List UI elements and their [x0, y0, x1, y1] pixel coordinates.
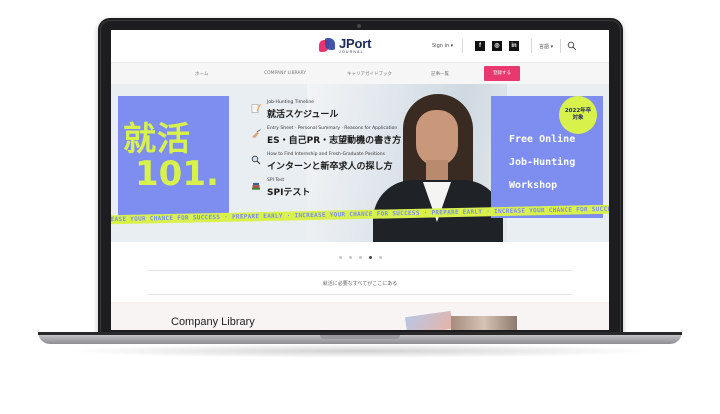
library-thumbnail[interactable]: [451, 316, 517, 330]
nav-item-company-library[interactable]: COMPANY LIBRARY: [264, 71, 306, 76]
logo-title: JPort: [339, 36, 372, 52]
laptop-shadow: [60, 344, 660, 358]
search-icon[interactable]: [567, 41, 577, 51]
topic-subtitle: Entry Sheet · Personal Summary · Reasons…: [267, 126, 398, 131]
topic-title: インターンと新卒求人の探し方: [267, 162, 393, 172]
nav-item-articles[interactable]: 記事一覧: [431, 71, 449, 77]
carousel-dot-active[interactable]: [368, 256, 372, 259]
workshop-title-line1: Free Online: [509, 134, 576, 145]
facebook-icon[interactable]: f: [475, 41, 485, 51]
topic-subtitle: How to Find Internship and Fresh-Graduat…: [267, 152, 385, 157]
writing-hand-icon: [252, 129, 261, 138]
site-logo[interactable]: JPort JOURNAL: [319, 36, 371, 56]
carousel-dot[interactable]: [348, 256, 352, 259]
hero-heading-line1: 就活: [123, 119, 191, 158]
carousel-pagination: [111, 256, 609, 262]
carousel-dot[interactable]: [338, 256, 342, 259]
topic-title: ES・自己PR・志望動機の書き方: [267, 136, 402, 146]
library-thumbnail[interactable]: [404, 310, 454, 330]
site-tagline: 就活に必要なすべてがここにある: [322, 281, 398, 287]
graduation-year-badge: 2022年卒 対象: [559, 96, 597, 134]
logo-mark-icon: [319, 38, 335, 54]
divider: [462, 39, 463, 53]
badge-line2: 対象: [572, 115, 584, 121]
divider: [531, 39, 532, 53]
hero-heading-line2: 101.: [135, 154, 219, 194]
magnifier-icon: [251, 155, 261, 165]
topic-title: 就活スケジュール: [267, 110, 339, 120]
linkedin-icon[interactable]: in: [509, 41, 519, 51]
carousel-dot[interactable]: [378, 256, 382, 259]
instagram-icon[interactable]: ◎: [492, 41, 502, 51]
divider: [148, 270, 572, 271]
topic-subtitle: Job-Hunting Timeline: [267, 100, 314, 105]
language-menu[interactable]: 言語 ▾: [539, 43, 553, 50]
divider: [148, 294, 572, 295]
site-header: JPort JOURNAL Sign in ▾ f ◎ in 言語 ▾: [111, 30, 609, 62]
badge-line1: 2022年卒: [564, 108, 592, 115]
topic-subtitle: SPI Test: [267, 178, 285, 183]
device-mockup: JPort JOURNAL Sign in ▾ f ◎ in 言語 ▾ ホーム …: [0, 0, 720, 414]
person-face: [416, 110, 458, 166]
laptop-notch: [320, 335, 400, 339]
notepad-pencil-icon: [251, 103, 261, 113]
workshop-title-line2: Job-Hunting: [509, 157, 576, 168]
topic-title: SPIテスト: [267, 188, 311, 198]
section-title: Company Library: [171, 316, 255, 328]
main-nav: ホーム COMPANY LIBRARY キャリアガイドブック 記事一覧 登録する: [111, 62, 609, 84]
register-button[interactable]: 登録する: [484, 66, 520, 81]
hero-banner[interactable]: 就活 101. Job-Hunting Timeline 就活スケジュール En…: [111, 84, 609, 242]
nav-item-home[interactable]: ホーム: [195, 71, 208, 77]
nav-item-career-guidebook[interactable]: キャリアガイドブック: [347, 71, 392, 77]
camera-icon: [357, 24, 361, 28]
logo-subtitle: JOURNAL: [339, 50, 364, 55]
workshop-title-line3: Workshop: [509, 180, 558, 191]
divider: [560, 39, 561, 53]
sign-in-menu[interactable]: Sign in ▾: [432, 43, 453, 49]
books-icon: [252, 182, 260, 190]
browser-screen: JPort JOURNAL Sign in ▾ f ◎ in 言語 ▾ ホーム …: [111, 30, 609, 330]
carousel-dot[interactable]: [358, 256, 362, 259]
company-library-section: Company Library: [111, 302, 609, 330]
